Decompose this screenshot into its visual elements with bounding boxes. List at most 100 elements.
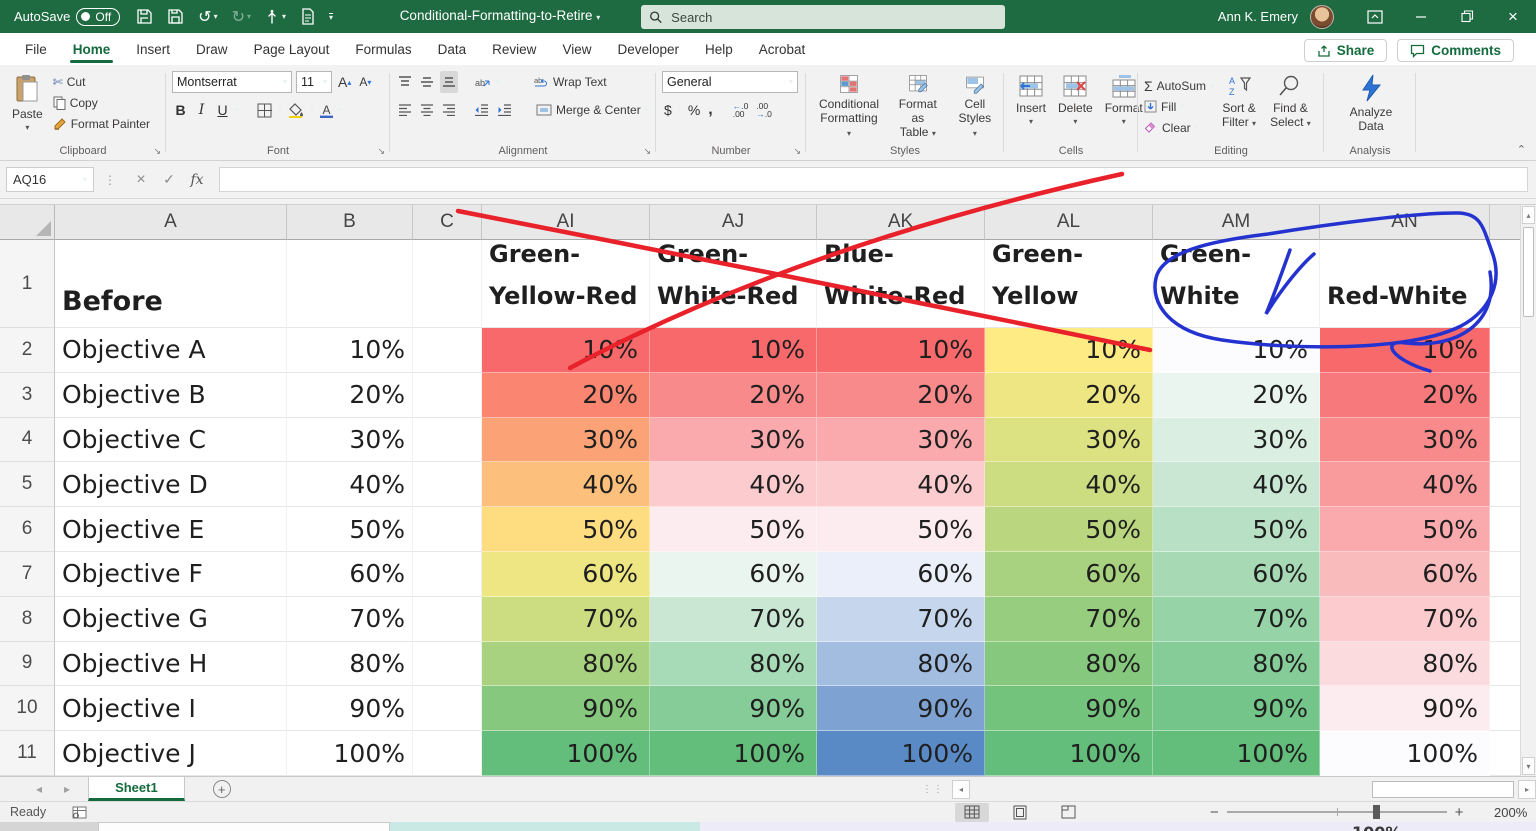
column-header-C[interactable]: C <box>413 205 482 240</box>
close-button[interactable]: × <box>1490 0 1536 33</box>
cell-green_yellow-60%[interactable]: 60% <box>985 551 1153 597</box>
comments-button[interactable]: Comments <box>1397 39 1514 62</box>
zoom-slider-thumb[interactable] <box>1372 805 1380 819</box>
underline-button[interactable]: U <box>214 102 231 118</box>
cell-green_white_red-50%[interactable]: 50% <box>650 507 817 552</box>
cell-green_white-30%[interactable]: 30% <box>1153 417 1320 463</box>
save-sync-button[interactable] <box>136 8 153 25</box>
search-box[interactable] <box>641 5 1005 29</box>
cell-objective-label[interactable]: Objective D <box>55 462 287 508</box>
copy-button[interactable]: Copy ▾ <box>53 94 150 113</box>
formula-input[interactable] <box>219 167 1528 192</box>
insert-cells-button[interactable]: Insert ▾ <box>1010 71 1052 142</box>
cell-green_yellow-40%[interactable]: 40% <box>985 462 1153 508</box>
select-all-button[interactable] <box>0 205 55 240</box>
cell-blue_white_red-20%[interactable]: 20% <box>817 372 985 418</box>
scale-header-green_white_red[interactable]: Green- White-Red <box>650 240 817 328</box>
cell-green_yellow_red-40%[interactable]: 40% <box>482 462 650 508</box>
cell-empty-c[interactable] <box>413 731 482 776</box>
restore-button[interactable] <box>1444 0 1490 33</box>
cell-green_yellow_red-50%[interactable]: 50% <box>482 507 650 552</box>
cell-green_yellow_red-70%[interactable]: 70% <box>482 596 650 642</box>
cell-blue_white_red-80%[interactable]: 80% <box>817 641 985 687</box>
scroll-up-button[interactable]: ▴ <box>1522 206 1535 224</box>
horizontal-scroll-track[interactable] <box>970 779 1518 799</box>
tab-home[interactable]: Home <box>60 35 124 65</box>
borders-button[interactable] <box>255 99 274 121</box>
top-align-button[interactable] <box>396 71 414 93</box>
cell-objective-label[interactable]: Objective H <box>55 641 287 687</box>
cell-empty-c[interactable] <box>413 686 482 732</box>
clear-button[interactable]: Clear ▾ <box>1144 118 1214 137</box>
decrease-decimal-button[interactable]: .00 →.0 <box>756 101 772 119</box>
ribbon-display-options-button[interactable] <box>1352 0 1398 33</box>
confirm-entry-button[interactable]: ✓ <box>155 171 183 188</box>
row-number-1[interactable]: 1 <box>0 240 55 328</box>
cell-green_white_red-10%[interactable]: 10% <box>650 328 817 373</box>
cell-red_white-70%[interactable]: 70% <box>1320 596 1490 642</box>
percent-style-button[interactable]: % <box>686 99 702 121</box>
user-avatar[interactable] <box>1310 4 1334 29</box>
fill-button[interactable]: Fill ▾ <box>1144 97 1214 116</box>
cell-green_yellow-10%[interactable]: 10% <box>985 328 1153 373</box>
column-header-AM[interactable]: AM <box>1153 205 1320 240</box>
cell-green_white_red-90%[interactable]: 90% <box>650 686 817 732</box>
cell-green_yellow_red-100%[interactable]: 100% <box>482 731 650 776</box>
search-input[interactable] <box>669 8 997 26</box>
tab-file[interactable]: File <box>12 35 60 65</box>
font-name-select[interactable]: Montserrat ▾ <box>172 71 292 93</box>
cancel-entry-button[interactable]: × <box>127 171 155 189</box>
cell-empty-c[interactable] <box>413 462 482 508</box>
macro-record-button[interactable] <box>72 806 87 819</box>
fill-color-button[interactable] <box>286 99 306 121</box>
cell-empty-c[interactable] <box>413 551 482 597</box>
next-sheet-button[interactable]: ▸ <box>64 782 70 796</box>
tab-view[interactable]: View <box>549 35 604 65</box>
cell-objective-label[interactable]: Objective A <box>55 328 287 373</box>
touch-mode-button[interactable]: ▾ <box>265 9 286 25</box>
cell-red_white-100%[interactable]: 100% <box>1320 731 1490 776</box>
paste-button[interactable]: Paste ▾ <box>6 71 49 135</box>
undo-button[interactable]: ↺ ▾ <box>198 7 217 27</box>
analyze-data-button[interactable]: Analyze Data <box>1344 71 1399 142</box>
cell-green_white-90%[interactable]: 90% <box>1153 686 1320 732</box>
cell-green_yellow_red-90%[interactable]: 90% <box>482 686 650 732</box>
cut-button[interactable]: ✄ Cut <box>53 73 150 92</box>
horizontal-scroll-thumb[interactable] <box>1372 780 1514 798</box>
cell-objective-label[interactable]: Objective G <box>55 596 287 642</box>
cell-blue_white_red-70%[interactable]: 70% <box>817 596 985 642</box>
cell-red_white-40%[interactable]: 40% <box>1320 462 1490 508</box>
cell-blue_white_red-40%[interactable]: 40% <box>817 462 985 508</box>
cell-red_white-90%[interactable]: 90% <box>1320 686 1490 732</box>
cell-red_white-50%[interactable]: 50% <box>1320 507 1490 552</box>
bottom-align-button[interactable] <box>440 71 458 93</box>
cell-green_yellow_red-60%[interactable]: 60% <box>482 551 650 597</box>
scale-header-blue_white_red[interactable]: Blue- White-Red <box>817 240 985 328</box>
font-dialog-launcher[interactable]: ↘ <box>377 146 385 157</box>
cell-empty-c[interactable] <box>413 641 482 687</box>
cell-green_white-40%[interactable]: 40% <box>1153 462 1320 508</box>
collapse-ribbon-button[interactable]: ⌃ <box>1517 143 1526 156</box>
increase-indent-button[interactable] <box>495 99 514 121</box>
comma-style-button[interactable]: , <box>706 99 714 121</box>
scroll-left-button[interactable]: ◂ <box>952 779 970 799</box>
autosave-pill[interactable]: Off <box>76 7 121 26</box>
scrollbar-splitter[interactable]: ⋮⋮ <box>922 784 944 795</box>
redo-button[interactable]: ↻ ▾ <box>232 7 251 27</box>
user-name[interactable]: Ann K. Emery <box>1218 9 1298 24</box>
cell-green_white-60%[interactable]: 60% <box>1153 551 1320 597</box>
cell-green_yellow-100%[interactable]: 100% <box>985 731 1153 776</box>
cell-blue_white_red-10%[interactable]: 10% <box>817 328 985 373</box>
autosave-toggle[interactable]: AutoSave Off <box>14 7 121 26</box>
cell-green_yellow_red-20%[interactable]: 20% <box>482 372 650 418</box>
vertical-scroll-thumb[interactable] <box>1523 227 1534 317</box>
increase-font-button[interactable]: A ▴ <box>336 71 353 93</box>
column-header-AN[interactable]: AN <box>1320 205 1490 240</box>
tab-formulas[interactable]: Formulas <box>342 35 424 65</box>
italic-button[interactable]: I <box>193 102 210 118</box>
cell-raw-value[interactable]: 90% <box>287 686 413 732</box>
cell-green_white-50%[interactable]: 50% <box>1153 507 1320 552</box>
column-header-AI[interactable]: AI <box>482 205 650 240</box>
align-center-button[interactable] <box>418 99 436 121</box>
save-button[interactable] <box>167 8 184 25</box>
